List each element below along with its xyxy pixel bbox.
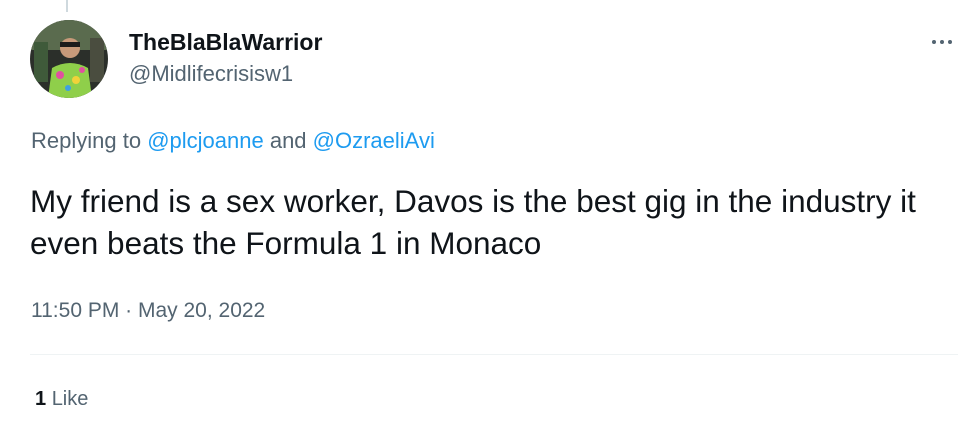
replying-prefix: Replying to [31, 128, 148, 153]
more-options-button[interactable] [924, 28, 960, 56]
author-display-name[interactable]: TheBlaBlaWarrior [129, 29, 322, 56]
mention-link-plcjoanne[interactable]: @plcjoanne [147, 128, 264, 153]
thread-connector-line [66, 0, 68, 12]
tweet-text: My friend is a sex worker, Davos is the … [30, 183, 916, 261]
replying-to-line: Replying to @plcjoanne and @OzraeliAvi [31, 128, 435, 154]
more-horizontal-icon [932, 40, 936, 44]
more-dot [940, 40, 944, 44]
avatar[interactable] [30, 20, 108, 98]
like-label: Like [51, 388, 89, 410]
author-handle[interactable]: @Midlifecrisisw1 [129, 61, 293, 87]
divider [30, 354, 958, 355]
mention-link-ozraeliavi[interactable]: @OzraeliAvi [313, 128, 435, 153]
replying-conjunction: and [263, 128, 313, 153]
likes-link[interactable]: 1 Like [35, 388, 88, 411]
like-count: 1 [35, 388, 47, 410]
more-dot [948, 40, 952, 44]
profile-photo-icon [30, 20, 108, 98]
tweet-timestamp[interactable]: 11:50 PM · May 20, 2022 [31, 299, 265, 323]
